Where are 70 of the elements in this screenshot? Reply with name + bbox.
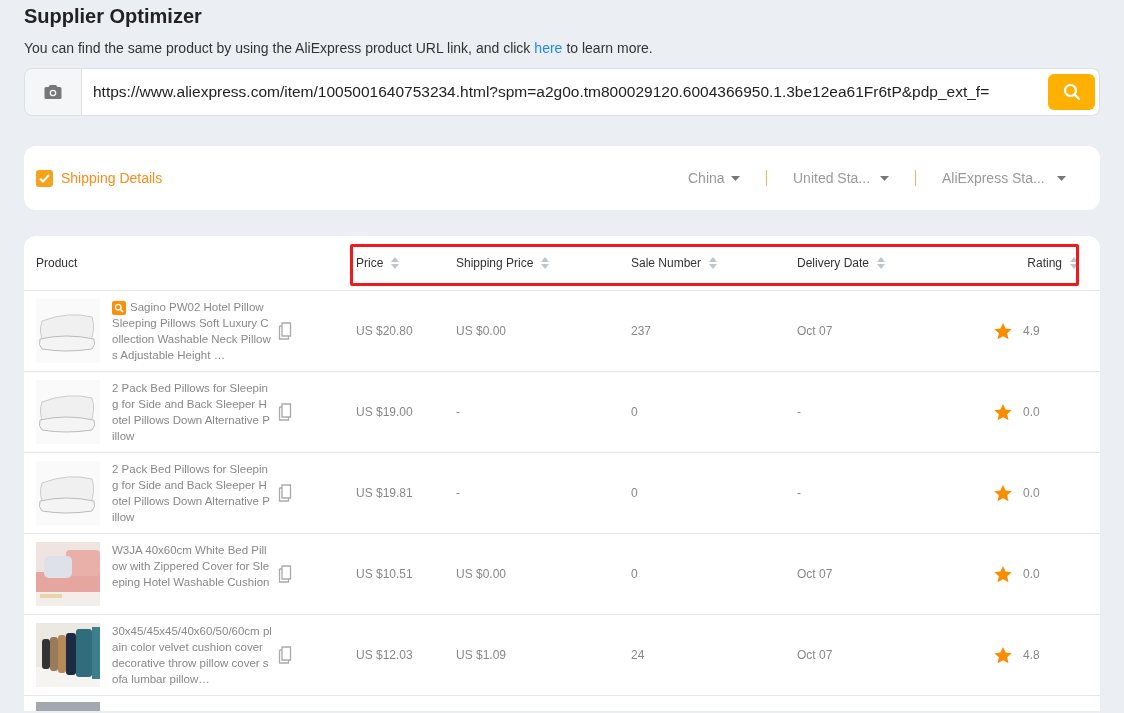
shipping-details-label: Shipping Details — [61, 168, 163, 188]
caret-icon — [731, 175, 740, 181]
table-cell: US $0.00 — [456, 324, 507, 338]
sort-icon — [877, 257, 886, 269]
url-input-field[interactable]: https://www.aliexpress.com/item/1005001640753234.html?spm=a2g0o.tm800029120.6004366950.1.3be12ea61Fr6tP&pdp_ext_f= — [82, 68, 1100, 116]
column-header[interactable]: Price — [356, 254, 384, 272]
column-header: Product — [36, 255, 78, 272]
dropdown[interactable]: AliExpress Sta... — [942, 167, 1066, 189]
copy-icon[interactable] — [278, 403, 292, 421]
table-cell: 24 — [631, 648, 645, 662]
dropdown[interactable]: China — [688, 167, 740, 189]
table-cell: Oct 07 — [797, 567, 833, 581]
product-title[interactable]: 2 Pack Bed Pillows for Sleeping for Side and Back Sleeper Hotel Pillows Down Alternative Pillow — [112, 380, 272, 444]
star-icon — [994, 322, 1012, 340]
search-button[interactable] — [1048, 74, 1095, 110]
table-cell: - — [456, 405, 460, 419]
sort-icon — [391, 257, 400, 269]
sort-icon — [1070, 257, 1078, 269]
rating-value: 0.0 — [1023, 404, 1040, 421]
star-icon — [994, 403, 1012, 421]
dropdown[interactable]: United Sta... — [793, 167, 889, 189]
table-cell: - — [797, 486, 801, 500]
caret-icon — [1057, 175, 1066, 181]
table-cell: - — [797, 405, 801, 419]
description-text: to learn more. — [566, 39, 653, 58]
table-cell: US $19.00 — [356, 405, 413, 419]
table-cell: 0 — [631, 567, 638, 581]
table-cell: 0 — [631, 405, 638, 419]
rating-value: 4.9 — [1023, 323, 1040, 340]
rating-value: 0.0 — [1023, 566, 1040, 583]
column-header[interactable]: Shipping Price — [456, 254, 534, 272]
sort-icon — [541, 257, 550, 269]
table-cell: US $19.81 — [356, 486, 413, 500]
table-cell: US $1.09 — [456, 648, 507, 662]
column-header[interactable]: Sale Number — [631, 254, 702, 272]
table-cell: - — [456, 486, 460, 500]
search-badge-icon[interactable] — [112, 301, 126, 315]
rating-value: 0.0 — [1023, 485, 1040, 502]
table-cell: US $20.80 — [356, 324, 413, 338]
copy-icon[interactable] — [278, 646, 292, 664]
camera-button[interactable] — [24, 68, 82, 116]
checkbox[interactable] — [36, 169, 53, 187]
table-cell: US $0.00 — [456, 567, 507, 581]
table-cell: US $12.03 — [356, 648, 413, 662]
table-cell: 0 — [631, 486, 638, 500]
product-title[interactable]: 2 Pack Bed Pillows for Sleeping for Side and Back Sleeper Hotel Pillows Down Alternative Pillow — [112, 461, 272, 525]
sort-icon — [709, 257, 718, 269]
caret-icon — [880, 175, 889, 181]
description-text: You can find the same product by using the AliExpress product URL link, and click — [24, 39, 531, 58]
table-cell: Oct 07 — [797, 648, 833, 662]
column-header[interactable]: Delivery Date — [797, 254, 870, 272]
product-title[interactable]: Sagino PW02 Hotel Pillow Sleeping Pillows Soft Luxury Collection Washable Neck Pillows Adjustable Height … — [112, 299, 272, 363]
star-icon — [994, 646, 1012, 664]
table-cell: Oct 07 — [797, 324, 833, 338]
copy-icon[interactable] — [278, 565, 292, 583]
star-icon — [994, 484, 1012, 502]
table-cell: 237 — [631, 324, 652, 338]
star-icon — [994, 565, 1012, 583]
page-title: Supplier Optimizer — [24, 4, 203, 29]
column-header[interactable]: Rating — [1027, 254, 1062, 272]
camera-icon — [44, 84, 62, 100]
help-link[interactable]: here — [534, 38, 563, 59]
product-title[interactable]: W3JA 40x60cm White Bed Pillow with Zippered Cover for Sleeping Hotel Washable Cushion — [112, 542, 272, 590]
copy-icon[interactable] — [278, 322, 292, 340]
rating-value: 4.8 — [1023, 647, 1040, 664]
product-title[interactable]: 30x45/45x45/40x60/50/60cm plain color velvet cushion cover decorative throw pillow cover sofa lumbar pillow… — [112, 623, 272, 687]
check-icon — [39, 173, 50, 183]
copy-icon[interactable] — [278, 484, 292, 502]
search-icon — [1062, 83, 1081, 101]
table-cell: US $10.51 — [356, 567, 413, 581]
